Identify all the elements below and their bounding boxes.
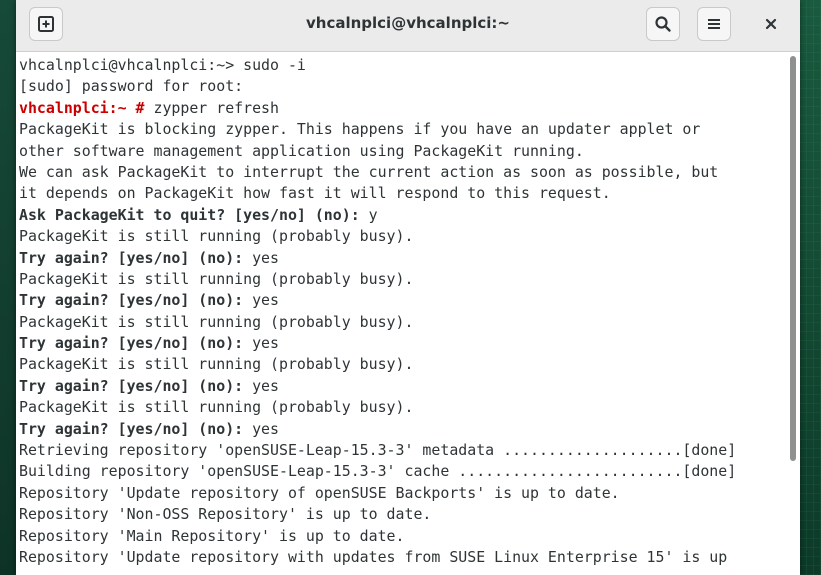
terminal-text: PackageKit is still running (probably bu… — [19, 227, 414, 246]
terminal-text: vhcalnplci@vhcalnplci:~> sudo -i — [19, 56, 306, 74]
terminal-text: PackageKit is still running (probably bu… — [19, 398, 414, 417]
terminal-line: vhcalnplci:~ # zypper refresh — [19, 98, 785, 119]
terminal-text: it depends on PackageKit how fast it wil… — [19, 184, 611, 203]
terminal-text: y — [359, 205, 378, 224]
terminal-line: Repository 'Non-OSS Repository' is up to… — [19, 504, 785, 525]
scrollbar-thumb[interactable] — [790, 56, 796, 461]
prompt-question: Try again? [yes/no] (no): — [19, 376, 244, 395]
terminal-line: it depends on PackageKit how fast it wil… — [19, 183, 785, 204]
terminal-line: PackageKit is blocking zypper. This happ… — [19, 119, 785, 140]
terminal-line: PackageKit is still running (probably bu… — [19, 312, 785, 333]
terminal-text: yes — [243, 291, 279, 310]
terminal-line: Building repository 'openSUSE-Leap-15.3-… — [19, 461, 785, 482]
close-button[interactable] — [756, 7, 786, 41]
terminal-line: vhcalnplci@vhcalnplci:~> sudo -i — [19, 55, 785, 76]
terminal-output: vhcalnplci@vhcalnplci:~> sudo -i [sudo] p… — [19, 55, 785, 568]
terminal-line: PackageKit is still running (probably bu… — [19, 269, 785, 290]
desktop-background-left — [0, 0, 16, 575]
new-tab-icon — [38, 16, 54, 32]
new-tab-button[interactable] — [29, 7, 63, 41]
terminal-text: other software management application us… — [19, 141, 584, 160]
terminal-text: Repository 'Update repository with updat… — [19, 547, 728, 566]
window-title: vhcalnplci@vhcalnplci:~ — [306, 14, 510, 32]
terminal-text: Repository 'Non-OSS Repository' is up to… — [19, 505, 432, 524]
terminal-line: Try again? [yes/no] (no): yes — [19, 376, 785, 397]
terminal-line: Ask PackageKit to quit? [yes/no] (no): y — [19, 205, 785, 226]
prompt-question: Try again? [yes/no] (no): — [19, 334, 244, 353]
prompt-question: Ask PackageKit to quit? [yes/no] (no): — [19, 205, 360, 224]
terminal-scrollbar[interactable] — [786, 52, 800, 575]
terminal-text: PackageKit is still running (probably bu… — [19, 312, 414, 331]
terminal-text: yes — [243, 419, 279, 438]
terminal-line: Try again? [yes/no] (no): yes — [19, 419, 785, 440]
root-prompt: vhcalnplci:~ # — [19, 98, 145, 117]
terminal-line: Retrieving repository 'openSUSE-Leap-15.… — [19, 440, 785, 461]
terminal-view[interactable]: vhcalnplci@vhcalnplci:~> sudo -i [sudo] p… — [16, 52, 800, 575]
search-icon — [655, 16, 671, 32]
terminal-line: [sudo] password for root: — [19, 76, 785, 97]
terminal-text: Repository 'Main Repository' is up to da… — [19, 526, 405, 545]
terminal-line: PackageKit is still running (probably bu… — [19, 354, 785, 375]
terminal-text: PackageKit is blocking zypper. This happ… — [19, 120, 701, 139]
close-icon — [765, 18, 777, 30]
terminal-text: yes — [243, 334, 279, 353]
terminal-line: other software management application us… — [19, 141, 785, 162]
terminal-line: Try again? [yes/no] (no): yes — [19, 290, 785, 311]
terminal-window: vhcalnplci@vhcalnplci:~ vhcalnplci@vhcal… — [16, 0, 800, 575]
terminal-line: PackageKit is still running (probably bu… — [19, 226, 785, 247]
menu-button[interactable] — [697, 7, 731, 41]
terminal-text: yes — [243, 376, 279, 395]
header-bar: vhcalnplci@vhcalnplci:~ — [16, 0, 800, 52]
desktop-background-right — [799, 0, 821, 575]
prompt-question: Try again? [yes/no] (no): — [19, 248, 244, 267]
terminal-text: [sudo] password for root: — [19, 77, 244, 96]
terminal-line: Repository 'Main Repository' is up to da… — [19, 526, 785, 547]
terminal-line: Try again? [yes/no] (no): yes — [19, 333, 785, 354]
prompt-question: Try again? [yes/no] (no): — [19, 419, 244, 438]
terminal-text: zypper refresh — [144, 98, 279, 117]
terminal-text: Repository 'Update repository of openSUS… — [19, 483, 620, 502]
terminal-text: PackageKit is still running (probably bu… — [19, 355, 414, 374]
prompt-question: Try again? [yes/no] (no): — [19, 291, 244, 310]
search-button[interactable] — [646, 7, 680, 41]
terminal-text: Retrieving repository 'openSUSE-Leap-15.… — [19, 441, 737, 460]
terminal-line: Try again? [yes/no] (no): yes — [19, 248, 785, 269]
terminal-line: We can ask PackageKit to interrupt the c… — [19, 162, 785, 183]
hamburger-menu-icon — [708, 19, 720, 29]
terminal-text: Building repository 'openSUSE-Leap-15.3-… — [19, 462, 737, 481]
terminal-text: yes — [243, 248, 279, 267]
terminal-line: Repository 'Update repository of openSUS… — [19, 483, 785, 504]
terminal-text: PackageKit is still running (probably bu… — [19, 269, 414, 288]
terminal-line: Repository 'Update repository with updat… — [19, 547, 785, 568]
terminal-line: PackageKit is still running (probably bu… — [19, 397, 785, 418]
terminal-text: We can ask PackageKit to interrupt the c… — [19, 162, 719, 181]
